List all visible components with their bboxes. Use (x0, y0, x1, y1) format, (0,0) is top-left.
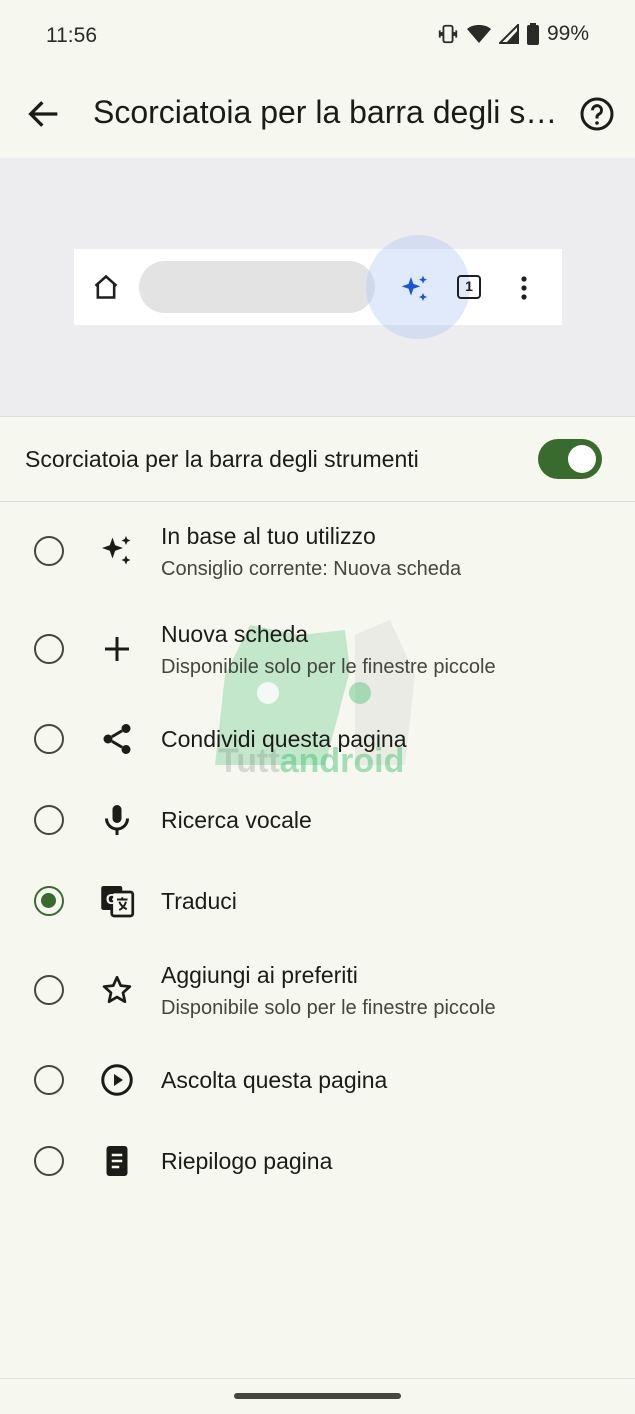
option-title: Ascolta questa pagina (161, 1067, 388, 1093)
option-title: Traduci (161, 888, 237, 914)
radio-bookmark[interactable] (34, 975, 64, 1005)
gesture-nav-bar (0, 1378, 635, 1414)
status-time: 11:56 (46, 24, 97, 47)
toolbar-shortcut-switch[interactable] (538, 439, 602, 479)
more-vert-icon (514, 274, 534, 302)
option-page-summary[interactable]: Riepilogo pagina (0, 1140, 635, 1182)
toolbar-preview-area: 1 (0, 158, 635, 417)
toolbar-preview: 1 (74, 235, 562, 339)
vibrate-icon (437, 23, 459, 45)
option-bookmark[interactable]: Aggiungi ai preferiti Disponibile solo p… (0, 957, 635, 1037)
summary-doc-icon (99, 1143, 135, 1179)
option-new-tab[interactable]: Nuova scheda Disponibile solo per le fin… (0, 616, 635, 696)
switch-knob (568, 445, 596, 473)
option-title: Aggiungi ai preferiti (161, 962, 358, 988)
option-subtitle: Disponibile solo per le finestre piccole (161, 997, 496, 1019)
help-circle-icon[interactable] (579, 96, 615, 132)
home-gesture-handle[interactable] (234, 1393, 401, 1399)
page-title: Scorciatoia per la barra degli strumenti (93, 94, 563, 130)
option-subtitle: Disponibile solo per le finestre piccole (161, 656, 496, 678)
option-translate[interactable]: G Traduci (0, 880, 635, 922)
home-icon (92, 273, 120, 301)
battery-icon (526, 23, 539, 45)
option-title: Ricerca vocale (161, 807, 312, 833)
tab-switcher-icon: 1 (457, 275, 481, 299)
arrow-back-icon[interactable] (24, 94, 64, 134)
app-bar: Scorciatoia per la barra degli strumenti (0, 72, 635, 158)
option-title: In base al tuo utilizzo (161, 523, 376, 549)
option-title: Condividi questa pagina (161, 726, 407, 752)
radio-page-summary[interactable] (34, 1146, 64, 1176)
option-voice-search[interactable]: Ricerca vocale (0, 799, 635, 841)
radio-listen[interactable] (34, 1065, 64, 1095)
option-usage-based[interactable]: In base al tuo utilizzo Consiglio corren… (0, 518, 635, 598)
status-bar: 11:56 99% (0, 0, 635, 72)
sparkle-icon (99, 533, 135, 569)
radio-translate[interactable] (34, 886, 64, 916)
sparkle-icon (399, 273, 431, 305)
option-subtitle: Consiglio corrente: Nuova scheda (161, 558, 462, 580)
battery-percent: 99% (546, 22, 589, 45)
share-icon (99, 721, 135, 757)
option-listen[interactable]: Ascolta questa pagina (0, 1059, 635, 1101)
toolbar-shortcut-toggle-row[interactable]: Scorciatoia per la barra degli strumenti (0, 418, 635, 502)
omnibox-placeholder (139, 261, 375, 313)
wifi-icon (466, 23, 491, 45)
signal-icon (498, 24, 519, 44)
option-title: Riepilogo pagina (161, 1148, 333, 1174)
radio-usage-based[interactable] (34, 536, 64, 566)
play-circle-icon (99, 1062, 135, 1098)
radio-new-tab[interactable] (34, 634, 64, 664)
option-share[interactable]: Condividi questa pagina (0, 718, 635, 760)
translate-icon: G (99, 883, 135, 919)
mic-icon (99, 802, 135, 838)
plus-icon (99, 631, 135, 667)
radio-share[interactable] (34, 724, 64, 754)
status-icons: 99% (437, 22, 589, 46)
option-title: Nuova scheda (161, 621, 309, 647)
toggle-label: Scorciatoia per la barra degli strumenti (25, 446, 419, 472)
radio-voice-search[interactable] (34, 805, 64, 835)
star-outline-icon (99, 972, 135, 1008)
svg-text:G: G (106, 891, 118, 908)
